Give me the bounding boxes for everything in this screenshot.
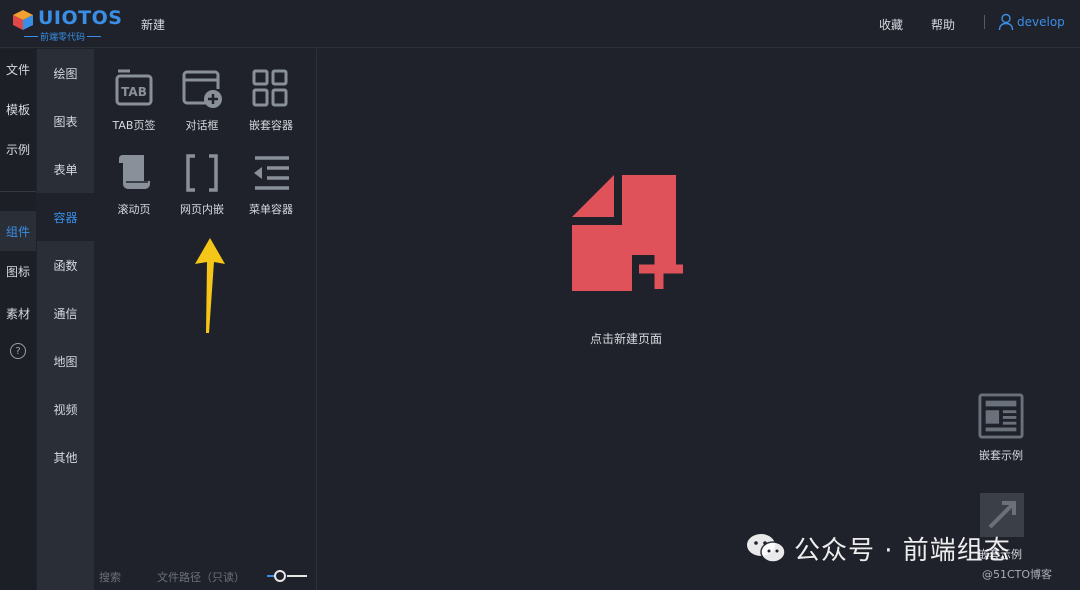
nav-item-assets[interactable]: 素材 xyxy=(0,293,36,333)
logo[interactable]: UIOTOS 前端零代码 xyxy=(10,6,123,43)
search-label[interactable]: 搜索 xyxy=(99,569,121,585)
grid-layout-icon xyxy=(252,69,288,107)
component-label: 滚动页 xyxy=(117,203,151,216)
svg-text:TAB: TAB xyxy=(121,85,147,99)
tab-icon: TAB xyxy=(115,69,153,106)
category-chart[interactable]: 图表 xyxy=(37,97,94,145)
category-communication[interactable]: 通信 xyxy=(37,289,94,337)
layout-template-icon xyxy=(978,393,1024,439)
scroll-icon xyxy=(118,155,150,189)
secondary-nav: 绘图 图表 表单 容器 函数 通信 地图 视频 其他 xyxy=(37,49,94,590)
nav-item-template[interactable]: 模板 xyxy=(0,89,36,129)
nav-item-example[interactable]: 示例 xyxy=(0,129,36,169)
pointer-arrow-icon xyxy=(195,238,225,333)
nav-item-components[interactable]: 组件 xyxy=(0,211,36,251)
category-map[interactable]: 地图 xyxy=(37,337,94,385)
nav-item-file[interactable]: 文件 xyxy=(0,49,36,89)
component-label: TAB页签 xyxy=(112,119,156,132)
category-container[interactable]: 容器 xyxy=(37,193,94,241)
nested-example-item[interactable]: 嵌套示例 xyxy=(976,393,1026,463)
primary-nav: 文件 模板 示例 组件 图标 素材 ? xyxy=(0,49,36,590)
new-page-label[interactable]: 点击新建页面 xyxy=(590,330,662,347)
user-menu[interactable]: develop xyxy=(998,13,1065,31)
help-circle-icon[interactable]: ? xyxy=(10,343,26,359)
component-label: 嵌套容器 xyxy=(249,119,293,132)
help-button[interactable]: 帮助 xyxy=(931,16,955,33)
category-drawing[interactable]: 绘图 xyxy=(37,49,94,97)
logo-subtitle: 前端零代码 xyxy=(23,30,102,43)
top-bar: UIOTOS 前端零代码 新建 收藏 帮助 develop xyxy=(0,0,1080,48)
component-tab[interactable]: TAB TAB页签 xyxy=(98,65,170,143)
logo-text: UIOTOS xyxy=(38,7,123,29)
nav-item-icons[interactable]: 图标 xyxy=(0,251,36,291)
file-path-label: 文件路径（只读） xyxy=(157,571,245,584)
slider-handle[interactable] xyxy=(274,570,286,582)
component-label: 菜单容器 xyxy=(249,203,293,216)
favorite-button[interactable]: 收藏 xyxy=(879,16,903,33)
slider-track xyxy=(287,575,307,577)
category-function[interactable]: 函数 xyxy=(37,241,94,289)
category-other[interactable]: 其他 xyxy=(37,433,94,481)
component-label: 对话框 xyxy=(185,119,219,132)
header-separator xyxy=(984,15,985,29)
component-scroll-page[interactable]: 滚动页 xyxy=(98,149,170,227)
component-panel: TAB TAB页签 对话框 嵌套容器 滚动页 网页内嵌 菜单容器 搜索 文件路径… xyxy=(95,49,317,590)
component-dialog[interactable]: 对话框 xyxy=(166,65,238,143)
zoom-slider[interactable] xyxy=(267,570,309,582)
new-page-icon[interactable] xyxy=(570,173,688,293)
new-button[interactable]: 新建 xyxy=(141,16,165,33)
wechat-icon xyxy=(747,534,786,563)
component-menu-container[interactable]: 菜单容器 xyxy=(235,149,307,227)
menu-list-icon xyxy=(254,156,289,190)
nested-example-label: 嵌套示例 xyxy=(979,449,1023,462)
logo-cube-icon xyxy=(13,10,33,30)
component-nested-container[interactable]: 嵌套容器 xyxy=(235,65,307,143)
nav-divider xyxy=(0,191,36,192)
category-form[interactable]: 表单 xyxy=(37,145,94,193)
component-embedded-web[interactable]: 网页内嵌 xyxy=(166,149,238,227)
watermark-site: @51CTO博客 xyxy=(982,568,1053,581)
watermark: 公众号 · 前端组态 xyxy=(746,528,1011,568)
user-icon xyxy=(998,13,1014,31)
watermark-text: 公众号 · 前端组态 xyxy=(794,535,1011,566)
dialog-add-icon xyxy=(182,70,222,108)
username: develop xyxy=(1017,15,1065,29)
category-video[interactable]: 视频 xyxy=(37,385,94,433)
component-label: 网页内嵌 xyxy=(180,203,224,216)
main-canvas: 点击新建页面 嵌套示例 嵌套示例 xyxy=(318,49,1080,590)
brackets-icon xyxy=(186,154,218,192)
panel-footer: 搜索 文件路径（只读） xyxy=(95,562,317,590)
